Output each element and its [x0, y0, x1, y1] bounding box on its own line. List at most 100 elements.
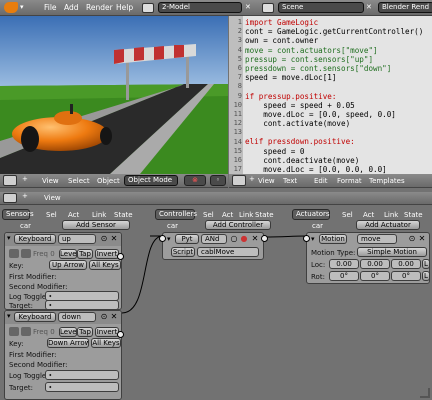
- add-sensor-button[interactable]: Add Sensor: [62, 220, 130, 230]
- pulse-true-icon[interactable]: [9, 327, 19, 336]
- script-field[interactable]: cablMove: [197, 247, 259, 257]
- logic-editor[interactable]: + View Sensors Sel Act Link State car Ad…: [0, 188, 432, 400]
- freq-label[interactable]: Freq 0: [33, 328, 55, 336]
- invert-toggle[interactable]: Invert: [95, 327, 119, 337]
- actuator-input-socket[interactable]: [303, 235, 310, 242]
- actuators-object-name[interactable]: car: [312, 222, 323, 230]
- loc-x-field[interactable]: 0.00: [329, 259, 359, 269]
- collapse-icon[interactable]: ▾: [7, 312, 11, 320]
- sensor-type-select[interactable]: Keyboard: [14, 234, 56, 244]
- scene-icon[interactable]: [262, 3, 274, 13]
- controller-output-socket[interactable]: [261, 235, 268, 242]
- actuator-type-select[interactable]: Motion: [319, 234, 347, 244]
- sensors-filter-act[interactable]: Act: [68, 211, 79, 219]
- sensors-filter-sel[interactable]: Sel: [46, 211, 57, 219]
- sensor-name-field[interactable]: down: [58, 312, 96, 322]
- menu-add[interactable]: Add: [64, 3, 79, 12]
- sensor-output-socket[interactable]: [117, 253, 124, 260]
- pin-icon[interactable]: ⊙: [99, 312, 109, 322]
- sensor-output-socket[interactable]: [117, 331, 124, 338]
- loc-y-field[interactable]: 0.00: [360, 259, 390, 269]
- motion-type-select[interactable]: Simple Motion: [357, 247, 427, 257]
- code-line[interactable]: move = cont.actuators["move"]: [245, 46, 432, 55]
- invert-toggle[interactable]: Invert: [95, 249, 119, 259]
- screen-layout-icon[interactable]: [142, 3, 154, 13]
- code-line[interactable]: pressdown = cont.sensors["down"]: [245, 64, 432, 73]
- code-line[interactable]: speed = speed + 0.05: [245, 101, 432, 110]
- loc-z-field[interactable]: 0.00: [391, 259, 421, 269]
- text-menu-edit[interactable]: Edit: [314, 177, 328, 185]
- text-menu-templates[interactable]: Templates: [369, 177, 405, 185]
- viewport-menu-object[interactable]: Object: [97, 177, 120, 185]
- screen-layout-field[interactable]: 2-Model: [158, 2, 242, 13]
- actuators-filter-act[interactable]: Act: [363, 211, 374, 219]
- viewport-menu-view[interactable]: View: [42, 177, 59, 185]
- controllers-filter-state[interactable]: State: [255, 211, 274, 219]
- level-toggle[interactable]: Level: [59, 327, 77, 337]
- controllers-filter-link[interactable]: Link: [239, 211, 253, 219]
- actuators-filter-sel[interactable]: Sel: [342, 211, 353, 219]
- menu-render[interactable]: Render: [86, 3, 113, 12]
- scene-field[interactable]: Scene: [278, 2, 364, 13]
- menu-help[interactable]: Help: [116, 3, 133, 12]
- menu-file[interactable]: File: [44, 3, 57, 12]
- pulse-true-icon[interactable]: [9, 249, 19, 258]
- code-line[interactable]: cont.deactivate(move): [245, 156, 432, 165]
- controllers-object-name[interactable]: car: [167, 222, 178, 230]
- code-line[interactable]: [245, 128, 432, 137]
- preference-icon[interactable]: ●: [239, 234, 249, 244]
- actuator-name-field[interactable]: move: [357, 234, 397, 244]
- target-field[interactable]: ⬩: [45, 300, 119, 310]
- viewport-expand-icon[interactable]: +: [22, 175, 28, 183]
- text-editor-icon[interactable]: [232, 175, 246, 186]
- code-line[interactable]: own = cont.owner: [245, 36, 432, 45]
- code-line[interactable]: elif pressdown.positive:: [245, 137, 432, 146]
- pulse-false-icon[interactable]: [21, 249, 31, 258]
- controller-type-select[interactable]: Pyt: [175, 234, 199, 244]
- scene-close-icon[interactable]: ✕: [366, 3, 372, 11]
- tap-toggle[interactable]: Tap: [77, 249, 93, 259]
- actuators-menu[interactable]: Actuators: [292, 209, 330, 220]
- collapse-icon[interactable]: ▾: [167, 235, 171, 243]
- tap-toggle[interactable]: Tap: [77, 327, 93, 337]
- pivot-icon[interactable]: ◦: [210, 175, 226, 186]
- collapse-icon[interactable]: ▾: [7, 234, 11, 242]
- rot-z-field[interactable]: 0°: [391, 271, 421, 281]
- code-line[interactable]: pressup = cont.sensors["up"]: [245, 55, 432, 64]
- controller-name-field[interactable]: ANd: [201, 234, 227, 244]
- controllers-filter-act[interactable]: Act: [222, 211, 233, 219]
- text-expand-icon[interactable]: +: [249, 175, 255, 183]
- sensor-name-field[interactable]: up: [58, 234, 96, 244]
- menu-arrow-icon[interactable]: ▾: [20, 3, 24, 11]
- actuators-filter-state[interactable]: State: [404, 211, 423, 219]
- pin-icon[interactable]: ⊙: [407, 234, 417, 244]
- text-menu-view[interactable]: View: [258, 177, 275, 185]
- code-line[interactable]: move.dLoc = [0.0, speed, 0.0]: [245, 110, 432, 119]
- controllers-filter-sel[interactable]: Sel: [203, 211, 214, 219]
- sensor-type-select[interactable]: Keyboard: [14, 312, 56, 322]
- viewport-shading-icon[interactable]: ⊗: [184, 175, 206, 186]
- rot-local-toggle[interactable]: L: [422, 271, 430, 281]
- text-menu-text[interactable]: Text: [283, 177, 297, 185]
- sensors-menu[interactable]: Sensors: [2, 209, 34, 220]
- collapse-icon[interactable]: ▾: [311, 235, 315, 243]
- area-resize-handle[interactable]: [420, 388, 430, 398]
- code-content[interactable]: import GameLogic cont = GameLogic.getCurr…: [245, 18, 432, 174]
- code-line[interactable]: cont = GameLogic.getCurrentController(): [245, 27, 432, 36]
- 3d-viewport[interactable]: [0, 16, 228, 174]
- code-line[interactable]: [245, 82, 432, 91]
- all-keys-button[interactable]: All Keys: [89, 260, 121, 270]
- key-button[interactable]: Up Arrow: [49, 260, 87, 270]
- all-keys-button[interactable]: All Keys: [91, 338, 121, 348]
- add-controller-button[interactable]: Add Controller: [205, 220, 271, 230]
- loc-local-toggle[interactable]: L: [422, 259, 430, 269]
- actuators-filter-link[interactable]: Link: [384, 211, 398, 219]
- log-toggle-field[interactable]: ⬩: [45, 370, 119, 380]
- target-field[interactable]: ⬩: [45, 382, 119, 392]
- sensors-filter-link[interactable]: Link: [92, 211, 106, 219]
- blender-logo-icon[interactable]: [4, 2, 18, 13]
- sensors-object-name[interactable]: car: [20, 222, 31, 230]
- key-button[interactable]: Down Arrow: [47, 338, 89, 348]
- remove-icon[interactable]: ✕: [109, 234, 119, 244]
- pulse-false-icon[interactable]: [21, 327, 31, 336]
